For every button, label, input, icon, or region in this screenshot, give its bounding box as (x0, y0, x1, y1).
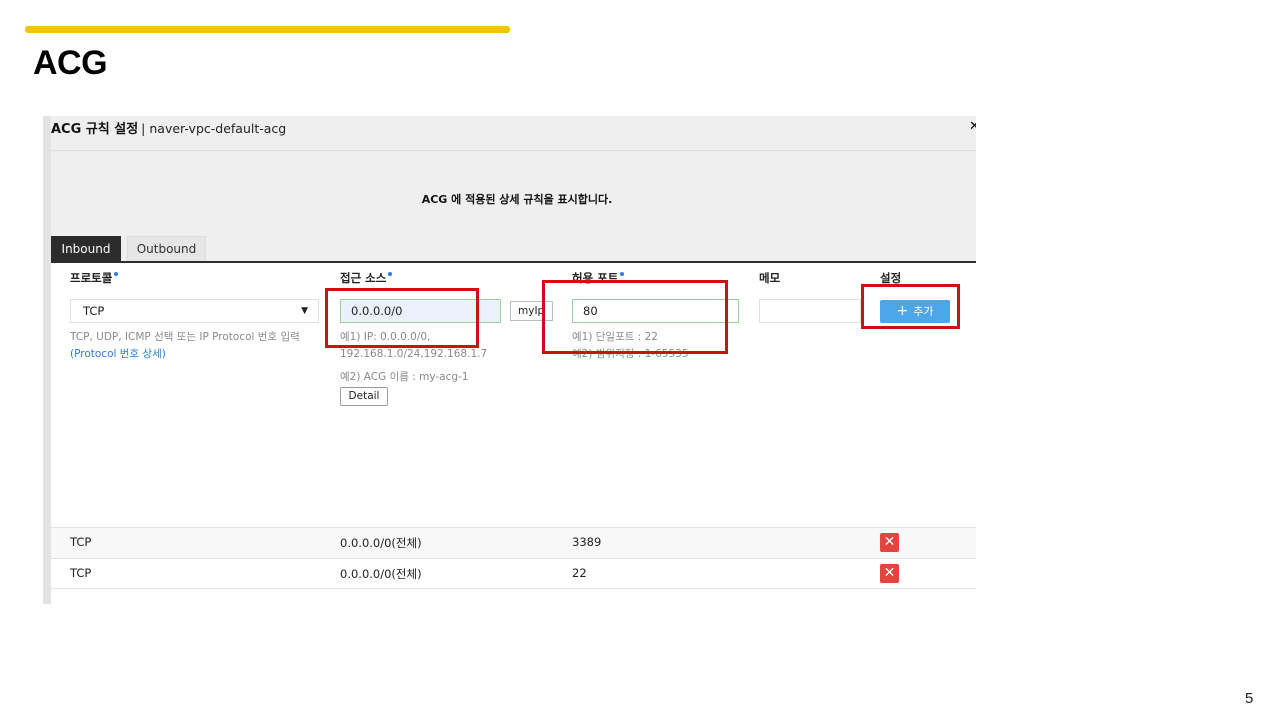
header-memo: 메모 (759, 271, 781, 285)
row-protocol: TCP (70, 535, 92, 549)
close-icon[interactable]: ✕ (969, 119, 976, 134)
row-source: 0.0.0.0/0(전체) (340, 536, 422, 550)
table-row: TCP 0.0.0.0/0(전체) 3389 ✕ (51, 527, 976, 558)
detail-button[interactable]: Detail (340, 387, 388, 406)
highlight-source-box (325, 288, 479, 348)
acg-rule-modal-screenshot: ACG 규칙 설정 | naver-vpc-default-acg ✕ ACG 에… (43, 116, 976, 604)
protocol-detail-link[interactable]: (Protocol 번호 상세) (70, 346, 300, 363)
required-dot-icon (114, 272, 119, 276)
source-hint-2: 예2) ACG 이름 : my-acg-1 (340, 371, 469, 383)
highlight-port-box (542, 280, 728, 354)
highlight-add-button-box (861, 284, 960, 329)
tab-inbound[interactable]: Inbound (51, 236, 121, 262)
source-hint-1b: 192.168.1.0/24,192.168.1.7 (340, 348, 488, 360)
modal-description: ACG 에 적용된 상세 규칙을 표시합니다. (421, 193, 613, 206)
panel-left-edge (43, 116, 51, 604)
modal-subtitle: | naver-vpc-default-acg (141, 121, 287, 136)
modal-title-text: ACG 규칙 설정 (51, 122, 139, 137)
tab-outbound[interactable]: Outbound (127, 236, 206, 262)
required-dot-icon (388, 272, 393, 276)
table-row: TCP 0.0.0.0/0(전체) 22 ✕ (51, 558, 976, 589)
memo-input[interactable] (759, 299, 861, 323)
modal-title: ACG 규칙 설정 | naver-vpc-default-acg (51, 118, 286, 137)
header-protocol: 프로토콜 (70, 270, 119, 286)
rules-table: 프로토콜 접근 소스 허용 포트 메모 설정 TCP ▼ 0.0.0.0/0 m… (51, 263, 976, 604)
delete-rule-button[interactable]: ✕ (880, 564, 899, 583)
row-port: 3389 (572, 535, 602, 549)
row-protocol: TCP (70, 566, 92, 580)
header-protocol-label: 프로토콜 (70, 271, 113, 285)
chevron-down-icon: ▼ (301, 306, 308, 316)
row-source: 0.0.0.0/0(전체) (340, 567, 422, 581)
row-port: 22 (572, 566, 587, 580)
accent-bar (25, 26, 510, 33)
protocol-select[interactable]: TCP ▼ (70, 299, 319, 323)
header-source-label: 접근 소스 (340, 271, 387, 285)
delete-rule-button[interactable]: ✕ (880, 533, 899, 552)
required-dot-icon (620, 272, 625, 276)
slide-title: ACG (33, 44, 108, 82)
modal-header: ACG 규칙 설정 | naver-vpc-default-acg ✕ (43, 116, 976, 151)
header-source: 접근 소스 (340, 270, 393, 286)
protocol-select-value: TCP (83, 304, 105, 318)
protocol-hint-text: TCP, UDP, ICMP 선택 또는 IP Protocol 번호 입력 (70, 331, 300, 343)
page-number: 5 (1245, 690, 1254, 707)
protocol-hint: TCP, UDP, ICMP 선택 또는 IP Protocol 번호 입력 (… (70, 329, 300, 363)
